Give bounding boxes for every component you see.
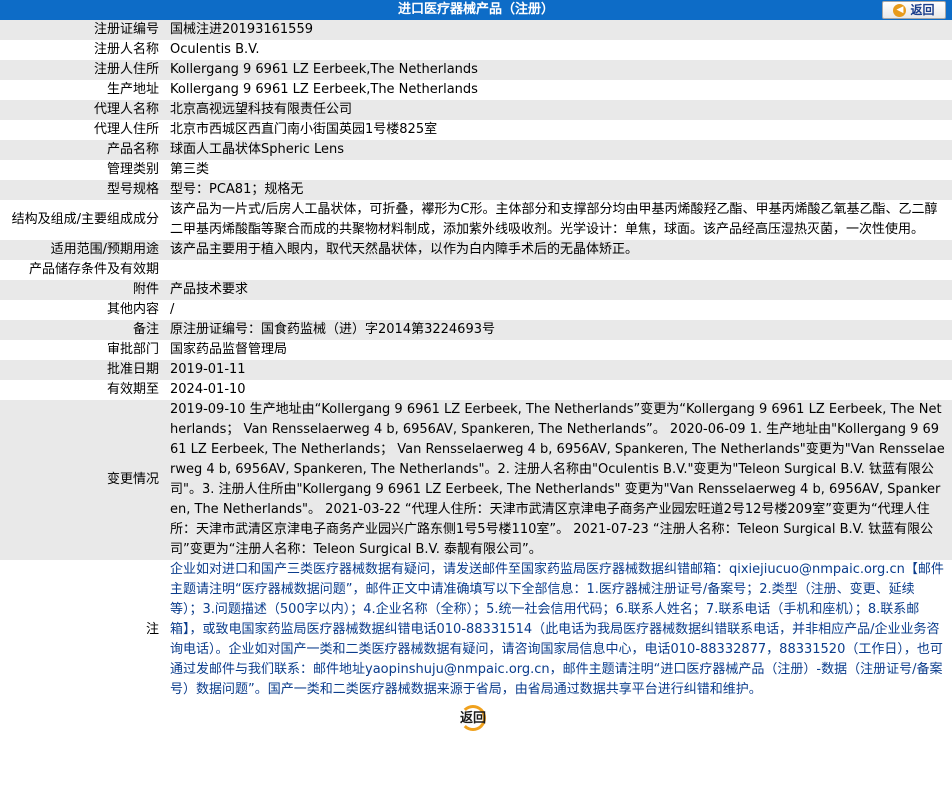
field-value: 北京市西城区西直门南小街国英园1号楼825室 bbox=[163, 120, 952, 140]
row-production-address: 生产地址 Kollergang 9 6961 LZ Eerbeek,The Ne… bbox=[0, 80, 952, 100]
field-value: 原注册证编号：国食药监械（进）字2014第3224693号 bbox=[163, 320, 952, 340]
field-label: 其他内容 bbox=[0, 300, 163, 320]
row-model-spec: 型号规格 型号：PCA81；规格无 bbox=[0, 180, 952, 200]
page-title: 进口医疗器械产品（注册） bbox=[397, 2, 554, 17]
field-label: 注册证编号 bbox=[0, 20, 163, 40]
back-arrow-icon: ◀ bbox=[893, 3, 907, 17]
row-approval-date: 批准日期 2019-01-11 bbox=[0, 360, 952, 380]
row-valid-until: 有效期至 2024-01-10 bbox=[0, 380, 952, 400]
field-label: 附件 bbox=[0, 280, 163, 300]
field-value: Kollergang 9 6961 LZ Eerbeek,The Netherl… bbox=[163, 60, 952, 80]
field-label: 注册人住所 bbox=[0, 60, 163, 80]
row-management-category: 管理类别 第三类 bbox=[0, 160, 952, 180]
field-label: 适用范围/预期用途 bbox=[0, 240, 163, 260]
field-label: 型号规格 bbox=[0, 180, 163, 200]
field-label: 注 bbox=[0, 560, 163, 700]
field-value bbox=[163, 260, 952, 280]
field-label: 注册人名称 bbox=[0, 40, 163, 60]
row-change-history: 变更情况 2019-09-10 生产地址由“Kollergang 9 6961 … bbox=[0, 400, 952, 560]
row-note: 注 企业如对进口和国产三类医疗器械数据有疑问，请发送邮件至国家药监局医疗器械数据… bbox=[0, 560, 952, 700]
detail-table: 注册证编号 国械注进20193161559 注册人名称 Oculentis B.… bbox=[0, 20, 952, 700]
row-attachment: 附件 产品技术要求 bbox=[0, 280, 952, 300]
field-label: 备注 bbox=[0, 320, 163, 340]
field-label: 管理类别 bbox=[0, 160, 163, 180]
field-label: 批准日期 bbox=[0, 360, 163, 380]
field-label: 代理人住所 bbox=[0, 120, 163, 140]
field-value: 第三类 bbox=[163, 160, 952, 180]
field-value: 该产品为一片式/后房人工晶状体，可折叠，襻形为C形。主体部分和支撑部分均由甲基丙… bbox=[163, 200, 952, 240]
field-value: 球面人工晶状体Spheric Lens bbox=[163, 140, 952, 160]
footer: 返回 bbox=[0, 700, 952, 738]
back-button-label: 返回 bbox=[910, 3, 935, 17]
note-text: 企业如对进口和国产三类医疗器械数据有疑问，请发送邮件至国家药监局医疗器械数据纠错… bbox=[163, 560, 952, 700]
row-registration-number: 注册证编号 国械注进20193161559 bbox=[0, 20, 952, 40]
field-value: Kollergang 9 6961 LZ Eerbeek,The Netherl… bbox=[163, 80, 952, 100]
row-structure-composition: 结构及组成/主要组成成分 该产品为一片式/后房人工晶状体，可折叠，襻形为C形。主… bbox=[0, 200, 952, 240]
back-button-bottom[interactable]: 返回 bbox=[452, 704, 500, 734]
field-label: 产品名称 bbox=[0, 140, 163, 160]
row-other-content: 其他内容 / bbox=[0, 300, 952, 320]
field-value: 北京高视远望科技有限责任公司 bbox=[163, 100, 952, 120]
row-registrant-name: 注册人名称 Oculentis B.V. bbox=[0, 40, 952, 60]
field-value: 国械注进20193161559 bbox=[163, 20, 952, 40]
field-value: Oculentis B.V. bbox=[163, 40, 952, 60]
row-approval-department: 审批部门 国家药品监督管理局 bbox=[0, 340, 952, 360]
row-product-name: 产品名称 球面人工晶状体Spheric Lens bbox=[0, 140, 952, 160]
field-value: 国家药品监督管理局 bbox=[163, 340, 952, 360]
field-value: 2024-01-10 bbox=[163, 380, 952, 400]
field-value: 该产品主要用于植入眼内，取代天然晶状体，以作为白内障手术后的无晶体矫正。 bbox=[163, 240, 952, 260]
field-value: 2019-01-11 bbox=[163, 360, 952, 380]
field-label: 审批部门 bbox=[0, 340, 163, 360]
page-header: 进口医疗器械产品（注册） ◀ 返回 bbox=[0, 0, 952, 20]
field-label: 产品储存条件及有效期 bbox=[0, 260, 163, 280]
field-value: 型号：PCA81；规格无 bbox=[163, 180, 952, 200]
row-registrant-address: 注册人住所 Kollergang 9 6961 LZ Eerbeek,The N… bbox=[0, 60, 952, 80]
row-agent-name: 代理人名称 北京高视远望科技有限责任公司 bbox=[0, 100, 952, 120]
back-button-top[interactable]: ◀ 返回 bbox=[882, 1, 946, 19]
row-remarks: 备注 原注册证编号：国食药监械（进）字2014第3224693号 bbox=[0, 320, 952, 340]
field-label: 有效期至 bbox=[0, 380, 163, 400]
field-value: 2019-09-10 生产地址由“Kollergang 9 6961 LZ Ee… bbox=[163, 400, 952, 560]
back-button-label: 返回 bbox=[459, 711, 486, 726]
field-label: 生产地址 bbox=[0, 80, 163, 100]
field-value: 产品技术要求 bbox=[163, 280, 952, 300]
row-storage-shelf-life: 产品储存条件及有效期 bbox=[0, 260, 952, 280]
field-label: 变更情况 bbox=[0, 400, 163, 560]
row-intended-use: 适用范围/预期用途 该产品主要用于植入眼内，取代天然晶状体，以作为白内障手术后的… bbox=[0, 240, 952, 260]
field-label: 代理人名称 bbox=[0, 100, 163, 120]
row-agent-address: 代理人住所 北京市西城区西直门南小街国英园1号楼825室 bbox=[0, 120, 952, 140]
field-label: 结构及组成/主要组成成分 bbox=[0, 200, 163, 240]
field-value: / bbox=[163, 300, 952, 320]
